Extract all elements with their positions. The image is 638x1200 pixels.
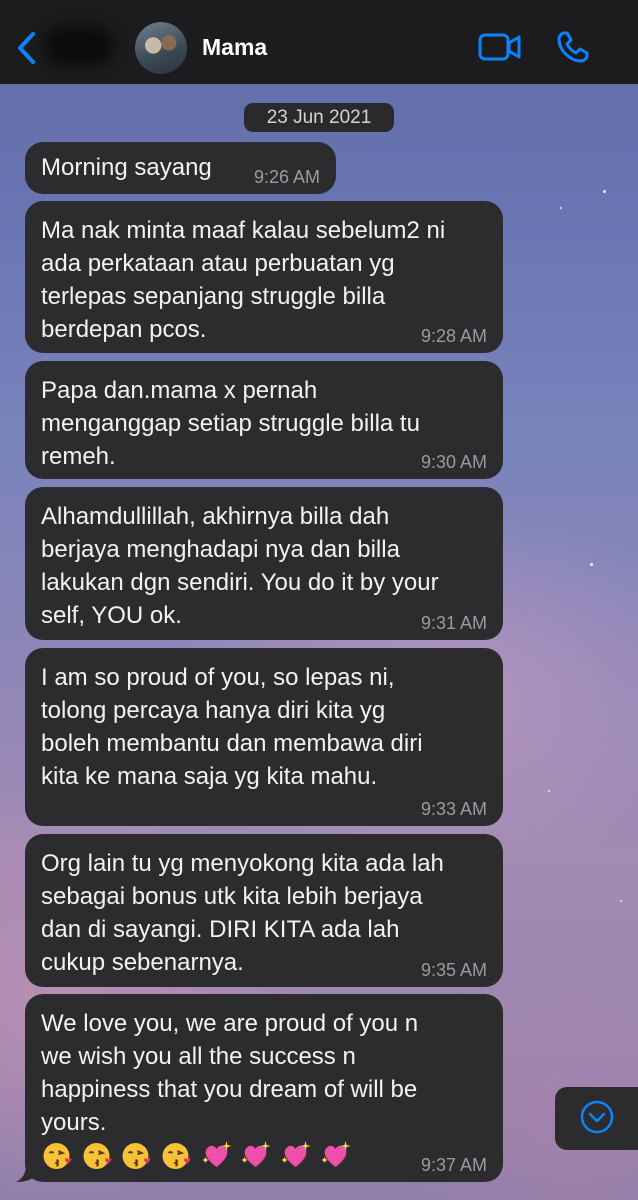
background-star <box>548 790 550 792</box>
message-text: Org lain tu yg menyokong kita ada lah se… <box>41 850 444 976</box>
message-bubble[interactable]: Ma nak minta maaf kalau sebelum2 ni ada … <box>25 201 503 353</box>
message-bubble[interactable]: Alhamdullillah, akhirnya billa dah berja… <box>25 487 503 640</box>
message-bubble[interactable]: Papa dan.mama x pernah menganggap setiap… <box>25 361 503 479</box>
phone-icon[interactable] <box>556 30 590 64</box>
background-star <box>603 190 606 193</box>
message-text: Ma nak minta maaf kalau sebelum2 ni ada … <box>41 217 446 343</box>
contact-name[interactable]: Mama <box>202 34 267 61</box>
message-time: 9:26 AM <box>253 167 320 187</box>
kissing-face-icon <box>43 1143 72 1169</box>
message-time: 9:30 AM <box>420 452 487 472</box>
message-text: I am so proud of you, so lepas ni, tolon… <box>41 664 423 790</box>
chevron-left-icon[interactable] <box>14 30 40 66</box>
bubble-tail <box>16 1161 36 1182</box>
message-text: Alhamdullillah, akhirnya billa dah berja… <box>41 503 439 629</box>
kissing-face-icon <box>122 1143 151 1169</box>
message-bubble[interactable]: Morning sayang 9:26 AM <box>25 142 336 194</box>
message-bubble[interactable]: Org lain tu yg menyokong kita ada lah se… <box>25 834 503 987</box>
message-text: Papa dan.mama x pernah menganggap setiap… <box>41 377 420 470</box>
sparkling-heart-icon <box>321 1141 351 1167</box>
emoji-row <box>41 1139 352 1171</box>
message-time: 9:28 AM <box>420 326 487 346</box>
sparkling-heart-icon <box>202 1141 232 1167</box>
message-text: We love you, we are proud of you n we wi… <box>41 1010 419 1136</box>
background-star <box>590 563 593 566</box>
avatar[interactable] <box>135 22 187 74</box>
sparkling-heart-icon <box>281 1141 311 1167</box>
kissing-face-icon <box>162 1143 191 1169</box>
scroll-to-bottom-button[interactable] <box>555 1087 638 1150</box>
message-bubble[interactable]: I am so proud of you, so lepas ni, tolon… <box>25 648 503 826</box>
video-call-icon[interactable] <box>478 32 522 62</box>
background-star <box>620 900 622 902</box>
background-star <box>560 207 562 209</box>
sparkling-heart-icon <box>241 1141 271 1167</box>
chat-header: Mama <box>0 0 638 84</box>
message-time: 9:35 AM <box>420 960 487 980</box>
message-time: 9:33 AM <box>420 799 487 819</box>
kissing-face-icon <box>83 1143 112 1169</box>
message-text: Morning sayang <box>41 154 212 181</box>
message-time: 9:31 AM <box>420 613 487 633</box>
message-time: 9:37 AM <box>420 1155 487 1175</box>
redacted-contact-mark <box>44 26 114 66</box>
chevron-down-circle-icon <box>580 1100 614 1134</box>
date-separator: 23 Jun 2021 <box>244 103 394 132</box>
message-bubble[interactable]: We love you, we are proud of you n we wi… <box>25 994 503 1182</box>
